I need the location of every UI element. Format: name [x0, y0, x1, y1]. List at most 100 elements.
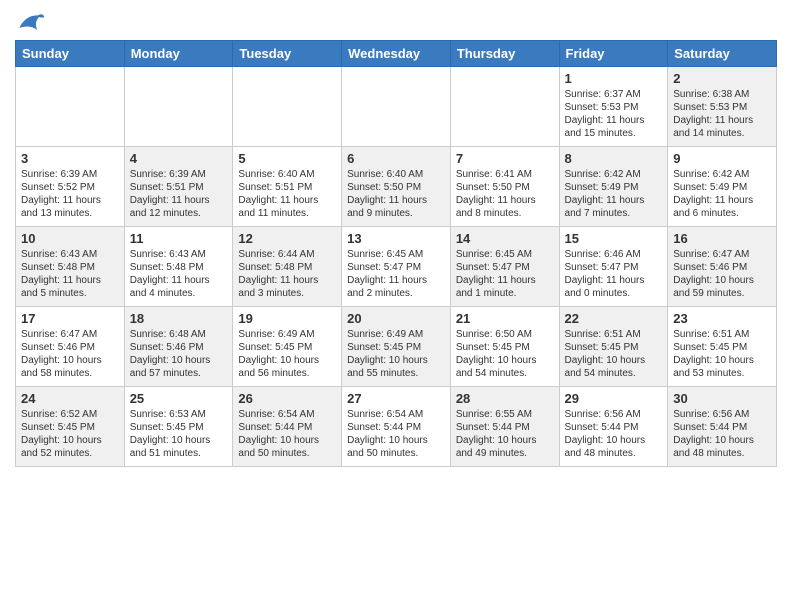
day-number: 24	[21, 391, 119, 406]
day-number: 29	[565, 391, 663, 406]
header-cell-sunday: Sunday	[16, 41, 125, 67]
day-number: 10	[21, 231, 119, 246]
day-number: 14	[456, 231, 554, 246]
header-row-days: SundayMondayTuesdayWednesdayThursdayFrid…	[16, 41, 777, 67]
day-number: 1	[565, 71, 663, 86]
day-cell: 24 Sunrise: 6:52 AM Sunset: 5:45 PM Dayli…	[16, 387, 125, 467]
day-info: Sunrise: 6:54 AM Sunset: 5:44 PM Dayligh…	[347, 408, 445, 460]
day-number: 4	[130, 151, 228, 166]
day-number: 17	[21, 311, 119, 326]
day-cell: 25Sunrise: 6:53 AM Sunset: 5:45 PM Dayli…	[124, 387, 233, 467]
day-info: Sunrise: 6:49 AM Sunset: 5:45 PM Dayligh…	[347, 328, 445, 380]
day-info: Sunrise: 6:43 AM Sunset: 5:48 PM Dayligh…	[130, 248, 228, 300]
day-cell: 17 Sunrise: 6:47 AM Sunset: 5:46 PM Dayli…	[16, 307, 125, 387]
day-info: Sunrise: 6:39 AM Sunset: 5:51 PM Dayligh…	[130, 168, 228, 220]
header-cell-thursday: Thursday	[450, 41, 559, 67]
day-info: Sunrise: 6:47 AM Sunset: 5:46 PM Dayligh…	[673, 248, 771, 300]
day-number: 3	[21, 151, 119, 166]
day-info: Sunrise: 6:42 AM Sunset: 5:49 PM Dayligh…	[565, 168, 663, 220]
day-number: 7	[456, 151, 554, 166]
day-cell: 3 Sunrise: 6:39 AM Sunset: 5:52 PM Daylig…	[16, 147, 125, 227]
day-cell: 19 Sunrise: 6:49 AM Sunset: 5:45 PM Dayli…	[233, 307, 342, 387]
day-number: 5	[238, 151, 336, 166]
day-info: Sunrise: 6:52 AM Sunset: 5:45 PM Dayligh…	[21, 408, 119, 460]
day-cell: 13 Sunrise: 6:45 AM Sunset: 5:47 PM Dayli…	[342, 227, 451, 307]
day-number: 19	[238, 311, 336, 326]
day-cell	[342, 67, 451, 147]
day-number: 11	[130, 231, 228, 246]
day-cell: 8 Sunrise: 6:42 AM Sunset: 5:49 PM Daylig…	[559, 147, 668, 227]
day-number: 8	[565, 151, 663, 166]
header-cell-friday: Friday	[559, 41, 668, 67]
day-cell: 27 Sunrise: 6:54 AM Sunset: 5:44 PM Dayli…	[342, 387, 451, 467]
week-row-5: 24 Sunrise: 6:52 AM Sunset: 5:45 PM Dayli…	[16, 387, 777, 467]
day-number: 25	[130, 391, 228, 406]
calendar-body: 1 Sunrise: 6:37 AM Sunset: 5:53 PM Daylig…	[16, 67, 777, 467]
day-number: 13	[347, 231, 445, 246]
day-number: 2	[673, 71, 771, 86]
day-cell: 20Sunrise: 6:49 AM Sunset: 5:45 PM Dayli…	[342, 307, 451, 387]
day-number: 22	[565, 311, 663, 326]
day-info: Sunrise: 6:50 AM Sunset: 5:45 PM Dayligh…	[456, 328, 554, 380]
day-cell: 7 Sunrise: 6:41 AM Sunset: 5:50 PM Daylig…	[450, 147, 559, 227]
calendar-table: SundayMondayTuesdayWednesdayThursdayFrid…	[15, 40, 777, 467]
day-info: Sunrise: 6:55 AM Sunset: 5:44 PM Dayligh…	[456, 408, 554, 460]
day-cell: 28Sunrise: 6:55 AM Sunset: 5:44 PM Dayli…	[450, 387, 559, 467]
day-number: 15	[565, 231, 663, 246]
header-cell-tuesday: Tuesday	[233, 41, 342, 67]
day-info: Sunrise: 6:45 AM Sunset: 5:47 PM Dayligh…	[456, 248, 554, 300]
day-cell: 1 Sunrise: 6:37 AM Sunset: 5:53 PM Daylig…	[559, 67, 668, 147]
day-number: 21	[456, 311, 554, 326]
header-cell-wednesday: Wednesday	[342, 41, 451, 67]
week-row-3: 10 Sunrise: 6:43 AM Sunset: 5:48 PM Dayli…	[16, 227, 777, 307]
day-info: Sunrise: 6:39 AM Sunset: 5:52 PM Dayligh…	[21, 168, 119, 220]
day-number: 6	[347, 151, 445, 166]
day-cell: 10 Sunrise: 6:43 AM Sunset: 5:48 PM Dayli…	[16, 227, 125, 307]
week-row-2: 3 Sunrise: 6:39 AM Sunset: 5:52 PM Daylig…	[16, 147, 777, 227]
day-cell: 26Sunrise: 6:54 AM Sunset: 5:44 PM Dayli…	[233, 387, 342, 467]
day-cell: 9 Sunrise: 6:42 AM Sunset: 5:49 PM Daylig…	[668, 147, 777, 227]
day-info: Sunrise: 6:49 AM Sunset: 5:45 PM Dayligh…	[238, 328, 336, 380]
day-number: 27	[347, 391, 445, 406]
day-info: Sunrise: 6:48 AM Sunset: 5:46 PM Dayligh…	[130, 328, 228, 380]
day-number: 9	[673, 151, 771, 166]
day-cell: 21 Sunrise: 6:50 AM Sunset: 5:45 PM Dayli…	[450, 307, 559, 387]
day-cell: 11 Sunrise: 6:43 AM Sunset: 5:48 PM Dayli…	[124, 227, 233, 307]
day-cell: 4 Sunrise: 6:39 AM Sunset: 5:51 PM Daylig…	[124, 147, 233, 227]
day-cell	[16, 67, 125, 147]
day-cell	[450, 67, 559, 147]
day-info: Sunrise: 6:56 AM Sunset: 5:44 PM Dayligh…	[673, 408, 771, 460]
day-number: 23	[673, 311, 771, 326]
day-cell: 23 Sunrise: 6:51 AM Sunset: 5:45 PM Dayli…	[668, 307, 777, 387]
header-cell-monday: Monday	[124, 41, 233, 67]
day-info: Sunrise: 6:42 AM Sunset: 5:49 PM Dayligh…	[673, 168, 771, 220]
day-info: Sunrise: 6:43 AM Sunset: 5:48 PM Dayligh…	[21, 248, 119, 300]
day-cell: 16 Sunrise: 6:47 AM Sunset: 5:46 PM Dayli…	[668, 227, 777, 307]
day-info: Sunrise: 6:51 AM Sunset: 5:45 PM Dayligh…	[673, 328, 771, 380]
day-number: 26	[238, 391, 336, 406]
day-info: Sunrise: 6:45 AM Sunset: 5:47 PM Dayligh…	[347, 248, 445, 300]
day-number: 16	[673, 231, 771, 246]
day-info: Sunrise: 6:41 AM Sunset: 5:50 PM Dayligh…	[456, 168, 554, 220]
day-info: Sunrise: 6:37 AM Sunset: 5:53 PM Dayligh…	[565, 88, 663, 140]
logo	[15, 10, 45, 35]
day-cell: 5Sunrise: 6:40 AM Sunset: 5:51 PM Daylig…	[233, 147, 342, 227]
week-row-4: 17 Sunrise: 6:47 AM Sunset: 5:46 PM Dayli…	[16, 307, 777, 387]
day-info: Sunrise: 6:56 AM Sunset: 5:44 PM Dayligh…	[565, 408, 663, 460]
logo-icon	[15, 10, 45, 35]
header-cell-saturday: Saturday	[668, 41, 777, 67]
day-number: 30	[673, 391, 771, 406]
day-cell: 15Sunrise: 6:46 AM Sunset: 5:47 PM Dayli…	[559, 227, 668, 307]
day-info: Sunrise: 6:38 AM Sunset: 5:53 PM Dayligh…	[673, 88, 771, 140]
day-info: Sunrise: 6:47 AM Sunset: 5:46 PM Dayligh…	[21, 328, 119, 380]
day-cell: 30 Sunrise: 6:56 AM Sunset: 5:44 PM Dayli…	[668, 387, 777, 467]
day-info: Sunrise: 6:40 AM Sunset: 5:50 PM Dayligh…	[347, 168, 445, 220]
day-cell: 12Sunrise: 6:44 AM Sunset: 5:48 PM Dayli…	[233, 227, 342, 307]
day-cell	[233, 67, 342, 147]
day-info: Sunrise: 6:44 AM Sunset: 5:48 PM Dayligh…	[238, 248, 336, 300]
day-cell: 6 Sunrise: 6:40 AM Sunset: 5:50 PM Daylig…	[342, 147, 451, 227]
day-cell: 29 Sunrise: 6:56 AM Sunset: 5:44 PM Dayli…	[559, 387, 668, 467]
calendar-header: SundayMondayTuesdayWednesdayThursdayFrid…	[16, 41, 777, 67]
day-cell: 18Sunrise: 6:48 AM Sunset: 5:46 PM Dayli…	[124, 307, 233, 387]
day-cell: 14 Sunrise: 6:45 AM Sunset: 5:47 PM Dayli…	[450, 227, 559, 307]
